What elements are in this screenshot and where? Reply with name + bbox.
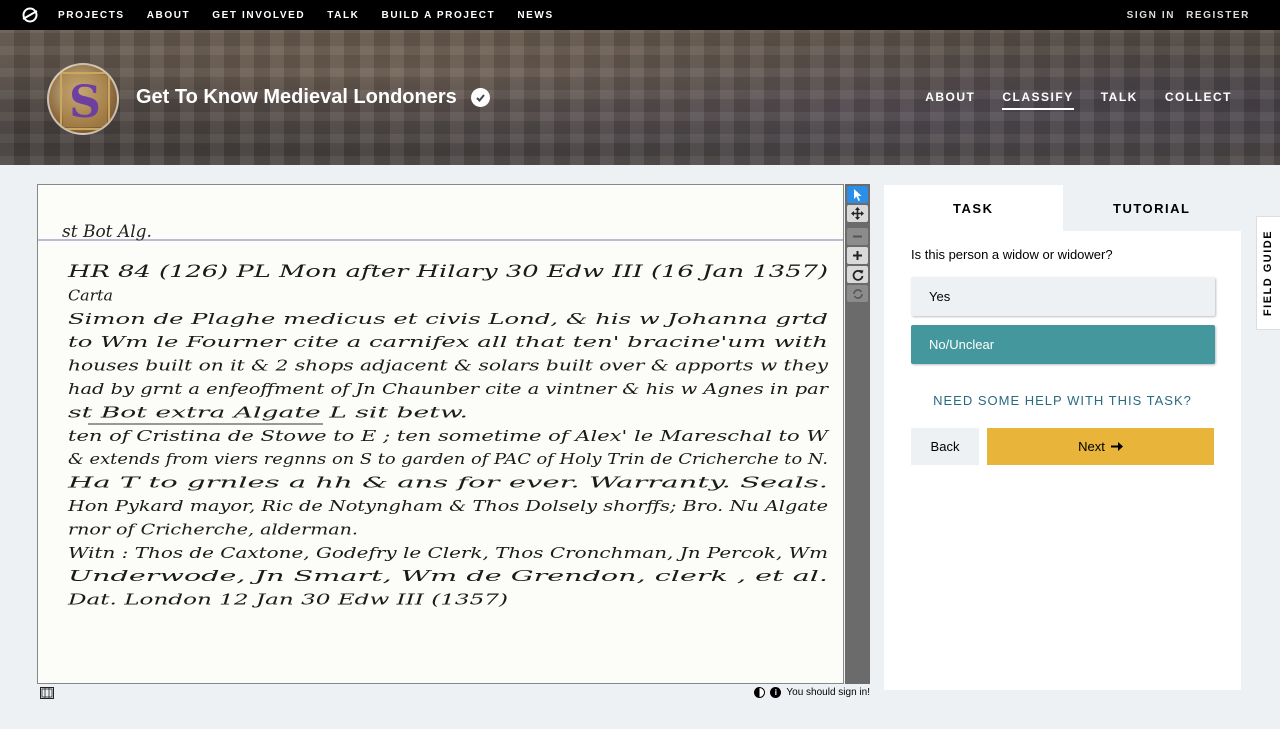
sign-in-notice: i You should sign in! (754, 687, 870, 698)
film-icon[interactable] (40, 686, 54, 704)
arrow-right-icon (1110, 439, 1123, 454)
project-avatar[interactable]: S (47, 63, 119, 135)
subject-text-line: Simon de Plaghe medicus et civis Lond, &… (68, 312, 828, 328)
top-navigation: PROJECTS ABOUT GET INVOLVED TALK BUILD A… (0, 0, 1280, 30)
register-link[interactable]: REGISTER (1186, 10, 1250, 21)
pointer-icon[interactable] (847, 186, 868, 203)
task-question: Is this person a widow or widower? (911, 247, 1113, 262)
project-title[interactable]: Get To Know Medieval Londoners (136, 86, 490, 109)
reset-icon[interactable] (847, 285, 868, 302)
contrast-icon[interactable] (754, 687, 766, 698)
sign-in-link[interactable]: SIGN IN (1127, 10, 1175, 21)
subject-text-line: Hon Pykard mayor, Ric de Notyngham & Tho… (67, 499, 828, 515)
move-icon[interactable] (847, 205, 868, 222)
rotate-icon[interactable] (847, 266, 868, 283)
svg-text:S: S (69, 77, 101, 128)
project-nav-about[interactable]: ABOUT (925, 90, 975, 107)
subject-text-line: ten of Cristina de Stowe to E ; ten some… (68, 429, 830, 445)
project-nav-collect[interactable]: COLLECT (1165, 90, 1232, 107)
next-button[interactable]: Next (987, 428, 1214, 465)
viewer-toolbar (845, 184, 870, 684)
answer-no-unclear-button[interactable]: No/Unclear (911, 325, 1215, 364)
task-tabs: TASK TUTORIAL (884, 185, 1241, 231)
subject-viewer[interactable]: st Bot Alg. HR 84 (126) PL Mon after Hil… (37, 184, 844, 684)
field-guide-tab[interactable]: FIELD GUIDE (1256, 216, 1280, 330)
answer-yes-button[interactable]: Yes (911, 277, 1215, 316)
check-badge-icon (470, 88, 490, 107)
nav-talk[interactable]: TALK (327, 10, 359, 21)
subject-text-line: rnor of Cricherche, alderman. (68, 522, 358, 538)
subject-text-line: houses built on it & 2 shops adjacent & … (68, 359, 829, 375)
subject-text-line: HR 84 (126) PL Mon after Hilary 30 Edw I… (66, 262, 828, 282)
subject-text-line: had by grnt a enfeoffment of Jn Chaunber… (68, 382, 829, 398)
nav-about[interactable]: ABOUT (147, 10, 191, 21)
subject-text-line: & extends from viers regnns on S to gard… (68, 452, 828, 468)
zoom-in-icon[interactable] (847, 247, 868, 264)
project-header: S Get To Know Medieval Londoners ABOUT C… (0, 30, 1280, 165)
project-navigation: ABOUT CLASSIFY TALK COLLECT (898, 90, 1232, 110)
zoom-out-icon[interactable] (847, 228, 868, 245)
subject-text-line: Dat. London 12 Jan 30 Edw III (1357) (66, 593, 508, 609)
info-icon[interactable]: i (770, 687, 782, 698)
back-button[interactable]: Back (911, 428, 979, 465)
subject-text-line: st Bot extra Algate L sit betw. (68, 405, 468, 421)
subject-text-line: Carta (68, 288, 113, 304)
tab-task[interactable]: TASK (884, 185, 1063, 231)
subject-text-line: Ha T to grnles a hh & ans for ever. Warr… (66, 476, 828, 492)
zooniverse-logo-icon[interactable] (20, 5, 40, 25)
nav-build-a-project[interactable]: BUILD A PROJECT (382, 10, 496, 21)
subject-image: st Bot Alg. HR 84 (126) PL Mon after Hil… (38, 222, 843, 609)
field-guide-label: FIELD GUIDE (1262, 229, 1275, 317)
nav-get-involved[interactable]: GET INVOLVED (212, 10, 305, 21)
viewer-footer: i You should sign in! (37, 686, 870, 702)
next-button-label: Next (1078, 439, 1105, 454)
nav-projects[interactable]: PROJECTS (58, 10, 125, 21)
tab-tutorial[interactable]: TUTORIAL (1062, 185, 1241, 231)
sign-in-notice-text: You should sign in! (786, 687, 870, 698)
project-nav-talk[interactable]: TALK (1101, 90, 1138, 107)
subject-header-text: st Bot Alg. (62, 222, 152, 242)
project-title-text: Get To Know Medieval Londoners (136, 86, 457, 108)
subject-text-line: Underwode, Jn Smart, Wm de Grendon, cler… (68, 569, 828, 585)
task-help-link[interactable]: NEED SOME HELP WITH THIS TASK? (884, 393, 1241, 408)
nav-news[interactable]: NEWS (517, 10, 553, 21)
project-nav-classify[interactable]: CLASSIFY (1002, 90, 1075, 110)
subject-text-line: to Wm le Fourner cite a carnifex all tha… (68, 335, 828, 351)
subject-text-line: Witn : Thos de Caxtone, Godefry le Clerk… (68, 546, 828, 562)
task-panel: TASK TUTORIAL Is this person a widow or … (884, 185, 1241, 690)
